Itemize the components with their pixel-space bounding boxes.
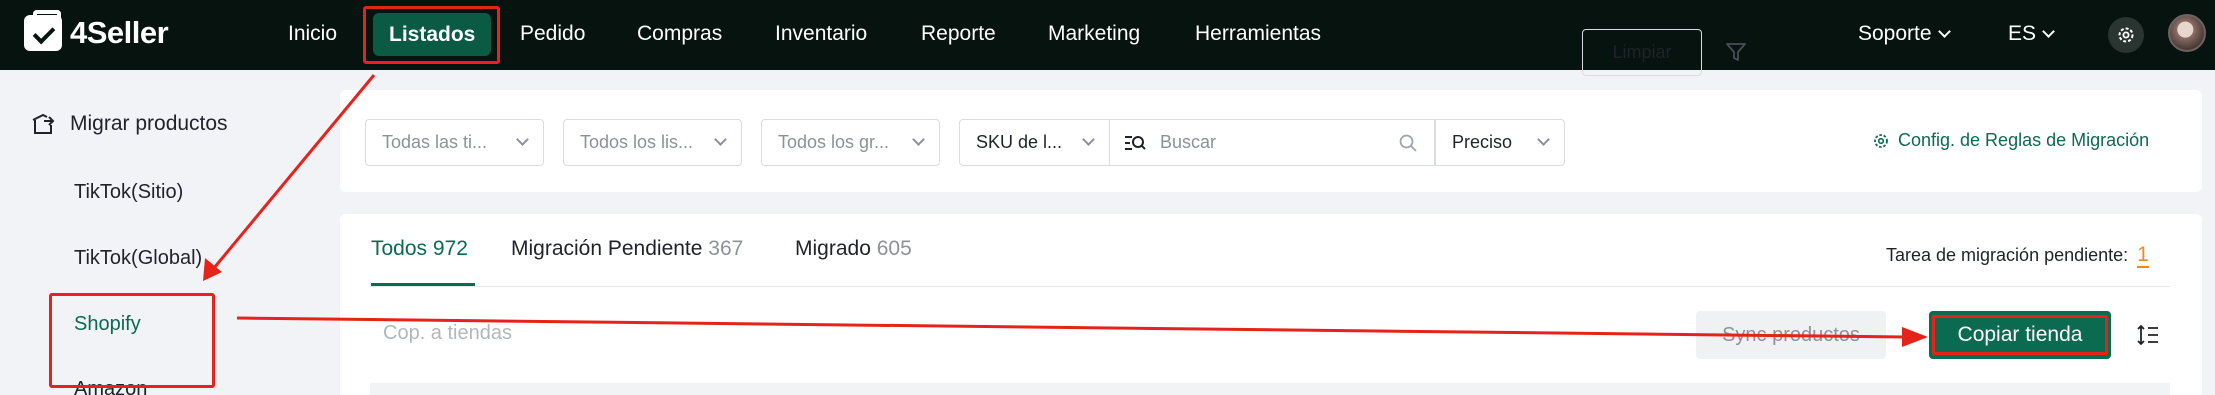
arrow-shopify-to-copy-store [236, 316, 1906, 339]
arrow-head-icon [1902, 327, 1928, 347]
arrow-listados-to-shopify [212, 74, 376, 269]
annotation-arrows [203, 74, 1928, 347]
